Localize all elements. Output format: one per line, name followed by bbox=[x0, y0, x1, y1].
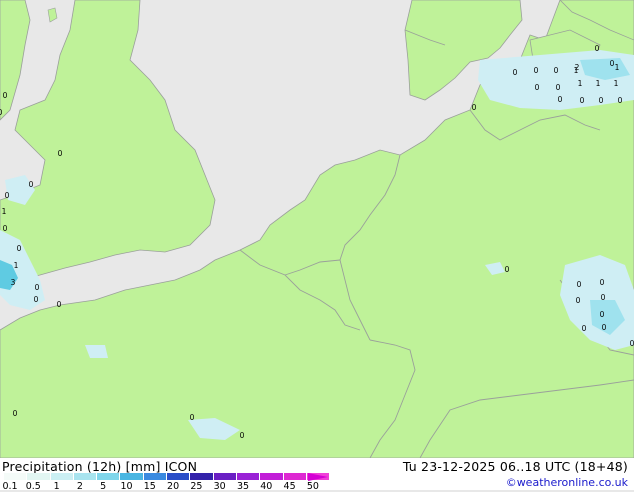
station-value-label: 0 bbox=[505, 265, 510, 274]
legend-swatch bbox=[190, 473, 214, 480]
station-value-label: 0 bbox=[602, 323, 607, 332]
station-value-label: 0 bbox=[580, 96, 585, 105]
map-title: Precipitation (12h) [mm] ICON bbox=[2, 459, 198, 474]
precipitation-map: 0000010130000000000010210011000100000000… bbox=[0, 0, 634, 458]
station-value-label: 0 bbox=[34, 295, 39, 304]
station-value-label: 0 bbox=[558, 95, 563, 104]
station-value-label: 0 bbox=[600, 310, 605, 319]
station-value-label: 0 bbox=[601, 293, 606, 302]
legend-tick-label: 30 bbox=[213, 481, 226, 492]
legend-tick-label: 50 bbox=[306, 481, 319, 492]
legend-swatch bbox=[213, 473, 237, 480]
station-value-label: 0 bbox=[240, 431, 245, 440]
legend-swatch bbox=[120, 473, 144, 480]
legend-tick-label: 10 bbox=[120, 481, 133, 492]
legend-swatch bbox=[236, 473, 261, 480]
legend-tick-label: 1 bbox=[53, 481, 60, 492]
forecast-datetime: Tu 23-12-2025 06..18 UTC (18+48) bbox=[402, 459, 628, 474]
station-value-label: 0 bbox=[5, 191, 10, 200]
station-value-label: 1 bbox=[614, 79, 619, 88]
station-value-label: 0 bbox=[57, 300, 62, 309]
legend-tick-label: 15 bbox=[143, 481, 156, 492]
station-value-label: 0 bbox=[576, 296, 581, 305]
legend-tick-label: 0.5 bbox=[25, 481, 41, 492]
station-value-label: 0 bbox=[535, 83, 540, 92]
legend-swatch bbox=[283, 473, 307, 480]
station-value-label: 0 bbox=[29, 180, 34, 189]
station-value-label: 2 bbox=[575, 63, 580, 72]
station-value-label: 0 bbox=[513, 68, 518, 77]
station-value-label: 0 bbox=[17, 244, 22, 253]
station-value-label: 0 bbox=[534, 66, 539, 75]
station-value-label: 0 bbox=[577, 280, 582, 289]
legend-swatch bbox=[4, 473, 28, 480]
station-value-label: 0 bbox=[190, 413, 195, 422]
legend-swatch bbox=[50, 473, 74, 480]
station-value-label: 1 bbox=[596, 79, 601, 88]
station-value-label: 0 bbox=[13, 409, 18, 418]
legend-swatch bbox=[27, 473, 51, 480]
legend-tick-label: 45 bbox=[283, 481, 296, 492]
station-value-label: 0 bbox=[472, 103, 477, 112]
station-value-label: 1 bbox=[2, 207, 7, 216]
legend-swatch bbox=[260, 473, 284, 480]
station-value-label: 0 bbox=[600, 278, 605, 287]
legend-arrow bbox=[308, 473, 328, 481]
station-value-label: 0 bbox=[630, 339, 634, 348]
station-value-label: 0 bbox=[618, 96, 623, 105]
legend-tick-label: 5 bbox=[100, 481, 107, 492]
legend-swatch bbox=[167, 473, 191, 480]
legend-tick-label: 25 bbox=[190, 481, 203, 492]
station-value-label: 0 bbox=[35, 283, 40, 292]
legend-tick-label: 0.1 bbox=[2, 481, 18, 492]
color-legend: 0.1 0.5 1 2 5 10 15 20 25 30 35 40 45 50 bbox=[2, 473, 334, 492]
station-value-label: 1 bbox=[14, 261, 19, 270]
legend-tick-label: 2 bbox=[76, 481, 83, 492]
station-value-label: 0 bbox=[58, 149, 63, 158]
station-value-label: 0 bbox=[554, 66, 559, 75]
station-value-label: 0 bbox=[582, 324, 587, 333]
legend-swatch bbox=[97, 473, 121, 480]
station-value-label: 3 bbox=[11, 278, 16, 287]
station-value-label: 0 bbox=[3, 91, 8, 100]
legend-tick-label: 35 bbox=[236, 481, 250, 492]
legend-swatch bbox=[73, 473, 98, 480]
legend-tick-label: 20 bbox=[167, 481, 180, 492]
legend-swatch bbox=[143, 473, 168, 480]
station-value-label: 0 bbox=[556, 83, 561, 92]
station-value-label: 0 bbox=[595, 44, 600, 53]
station-value-label: 0 bbox=[0, 108, 3, 117]
station-value-label: 1 bbox=[615, 63, 620, 72]
legend-color-bar bbox=[4, 473, 331, 480]
station-value-label: 0 bbox=[3, 224, 8, 233]
legend-tick-label: 40 bbox=[260, 481, 273, 492]
weatheronline-credit-link[interactable]: ©weatheronline.co.uk bbox=[506, 476, 628, 489]
station-value-label: 0 bbox=[599, 96, 604, 105]
station-value-label: 1 bbox=[578, 79, 583, 88]
